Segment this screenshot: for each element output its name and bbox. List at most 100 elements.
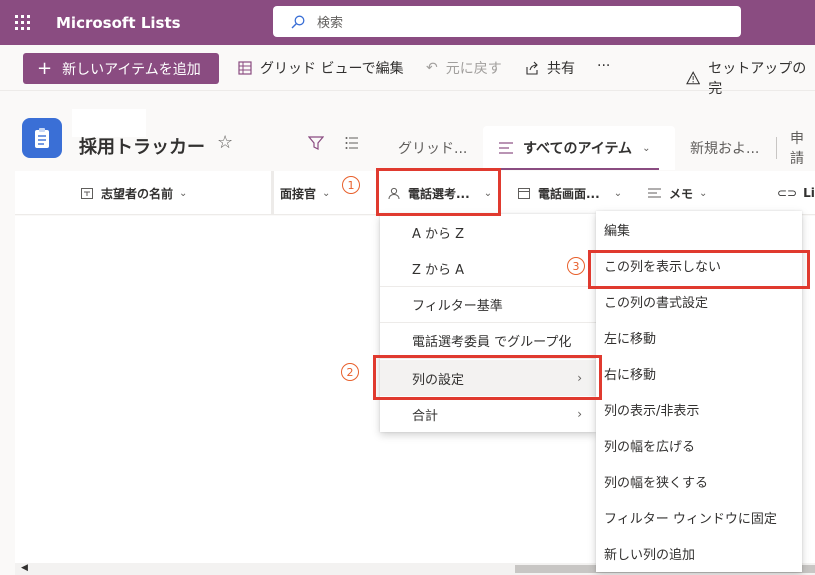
menu-item-sort-asc[interactable]: A から Z [380,214,596,250]
menu-item-label: 列の幅を狭くする [604,475,709,491]
menu-item-column-settings[interactable]: 列の設定 › [380,360,596,396]
menu-item-narrow-column[interactable]: 列の幅を狭くする [596,463,802,499]
menu-divider [380,358,596,359]
share-icon [526,61,538,75]
menu-item-label: 列の幅を広げる [604,439,696,455]
menu-item-format-column[interactable]: この列の書式設定 [596,283,802,319]
chevron-down-icon: ⌄ [483,187,493,199]
new-item-label: 新しいアイテムを追加 [62,61,201,78]
tab-grid-label: グリッド... [398,141,468,157]
menu-item-hide-column[interactable]: この列を表示しない [596,247,802,283]
undo-icon: ↶ [426,60,438,76]
column-settings-submenu: 編集 この列を表示しない この列の書式設定 左に移動 右に移動 列の表示/非表示… [596,211,802,572]
menu-item-label: フィルター ウィンドウに固定 [604,511,777,527]
menu-item-add-column[interactable]: 新しい列の追加 [596,535,802,571]
plus-icon: + [37,57,53,79]
column-header-link[interactable]: ⊂⊃ Lin [777,171,815,215]
chevron-down-icon: ⌄ [642,142,651,154]
chevron-down-icon: ⌄ [613,187,623,199]
list-title: 採用トラッカー [79,137,205,158]
calendar-icon [518,188,530,199]
menu-item-label: この列の書式設定 [604,295,709,311]
menu-item-label: Z から A [412,262,465,278]
list-icon [22,118,62,158]
menu-item-filter[interactable]: フィルター基準 [380,286,596,322]
tab-divider [776,137,777,159]
column-header-interviewer[interactable]: 面接官 ⌄ [280,171,330,215]
suite-header: Microsoft Lists 検索 [0,0,815,45]
favorite-star-icon[interactable]: ☆ [217,132,233,153]
new-item-button[interactable]: + 新しいアイテムを追加 [23,53,219,84]
warning-icon [686,71,701,85]
tab-applications[interactable]: 申請 [790,126,815,170]
menu-item-widen-column[interactable]: 列の幅を広げる [596,427,802,463]
chevron-down-icon: ⌄ [699,187,708,199]
tab-all-items[interactable]: すべてのアイテム ⌄ [483,126,675,170]
text-field-icon [81,187,93,199]
grid-edit-label: グリッド ビューで編集 [260,61,404,77]
view-options-icon[interactable] [345,136,359,150]
menu-item-label: 左に移動 [604,331,657,347]
column-header-label: 面接官 [280,186,317,201]
menu-item-label: 新しい列の追加 [604,547,696,563]
chevron-down-icon: ⌄ [179,187,188,199]
menu-item-pin-to-filter[interactable]: フィルター ウィンドウに固定 [596,499,802,535]
step-number-1: 1 [342,176,360,194]
menu-item-label: フィルター基準 [412,298,503,314]
menu-item-label: A から Z [412,226,465,242]
column-header-label: Lin [803,186,815,200]
list-view-icon [499,142,513,154]
more-icon: ··· [597,58,611,74]
menu-item-label: 列の設定 [412,372,465,388]
filter-icon[interactable] [308,135,324,151]
menu-item-sort-desc[interactable]: Z から A [380,250,596,286]
chevron-right-icon: › [577,371,582,385]
view-controls [308,135,359,151]
app-name[interactable]: Microsoft Lists [56,14,181,32]
search-box[interactable]: 検索 [273,6,741,37]
tab-grid[interactable]: グリッド... [398,126,467,170]
scroll-left-icon[interactable]: ◀ [21,563,28,573]
share-button[interactable]: 共有 [525,58,575,78]
grid-icon [238,61,252,75]
menu-item-edit[interactable]: 編集 [596,211,802,247]
menu-item-move-left[interactable]: 左に移動 [596,319,802,355]
link-icon: ⊂⊃ [777,186,798,200]
tab-applications-label: 申請 [790,131,804,167]
menu-item-label: 電話選考委員 でグループ化 [412,334,572,350]
more-button[interactable]: ··· [597,58,610,74]
column-header-phone-screener[interactable]: 電話選考... ⌄ [388,171,492,215]
column-header-label: 電話選考... [408,186,470,201]
chevron-right-icon: › [577,407,582,421]
column-header-label: メモ [669,186,694,201]
menu-item-label: この列を表示しない [604,259,722,275]
menu-item-totals[interactable]: 合計 › [380,396,596,432]
grid-edit-button[interactable]: グリッド ビューで編集 [238,58,404,78]
share-label: 共有 [547,61,575,77]
column-separator [271,171,274,215]
tab-underline [499,168,659,170]
list-title-area: 採用トラッカー ☆ グリッド... すべてのアイテム ⌄ 新規およ... 申請 [0,91,815,171]
column-header-label: 電話画面... [538,186,600,201]
command-bar: + 新しいアイテムを追加 グリッド ビューで編集 ↶ 元に戻す 共有 ··· セ… [0,45,815,97]
column-header-notes[interactable]: メモ ⌄ [648,171,707,215]
tab-new-label: 新規およ... [690,141,760,157]
menu-item-show-hide-columns[interactable]: 列の表示/非表示 [596,391,802,427]
app-launcher-button[interactable] [0,0,44,45]
step-number-2: 2 [341,363,359,381]
grid-header: 志望者の名前 ⌄ 面接官 ⌄ 電話選考... ⌄ 電話画面... ⌄ メモ ⌄ … [15,171,815,215]
column-context-menu: A から Z Z から A フィルター基準 電話選考委員 でグループ化 列の設定… [380,214,596,432]
column-header-applicant[interactable]: 志望者の名前 ⌄ [81,171,187,215]
column-header-phone-screen[interactable]: 電話画面... ⌄ [518,171,622,215]
chevron-down-icon: ⌄ [322,187,331,199]
search-icon [291,15,305,28]
menu-item-label: 編集 [604,223,631,239]
menu-item-move-right[interactable]: 右に移動 [596,355,802,391]
step-number-3: 3 [567,257,585,275]
menu-item-group-by[interactable]: 電話選考委員 でグループ化 [380,322,596,358]
search-placeholder: 検索 [317,16,344,31]
menu-item-label: 列の表示/非表示 [604,403,700,419]
person-icon [388,187,400,199]
undo-button[interactable]: ↶ 元に戻す [426,58,502,78]
tab-new[interactable]: 新規およ... [690,126,759,170]
